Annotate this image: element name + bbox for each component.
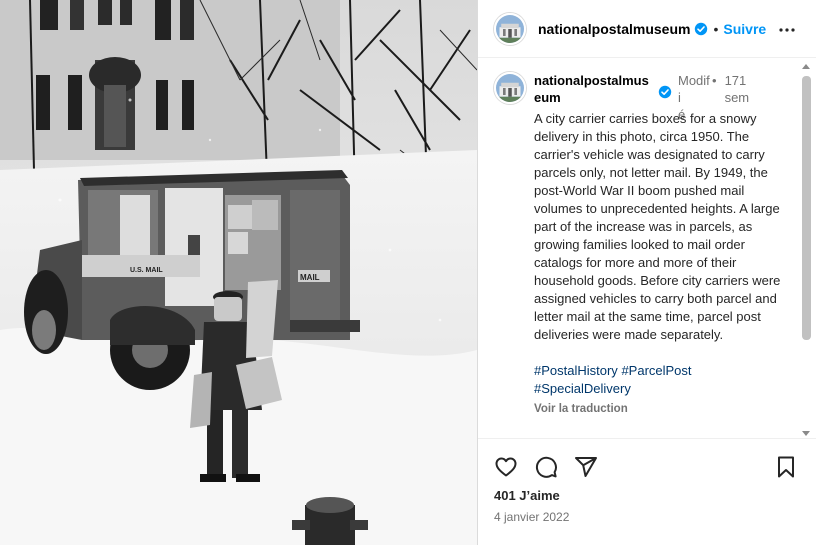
hashtag-postalhistory[interactable]: #PostalHistory	[534, 363, 618, 378]
truck-marking-usmail: U.S. MAIL	[130, 267, 163, 274]
heart-icon[interactable]	[494, 455, 518, 479]
post-caption: A city carrier carries boxes for a snowy…	[534, 110, 786, 418]
scroll-up-arrow-icon[interactable]	[802, 64, 810, 69]
comment-avatar[interactable]	[494, 72, 526, 104]
likes-count[interactable]: 401 J’aime	[494, 488, 560, 503]
share-icon[interactable]	[574, 455, 598, 479]
scrollbar-thumb[interactable]	[802, 76, 811, 340]
post-image: MAIL U.S. MAIL	[0, 0, 477, 545]
verified-icon	[658, 85, 672, 99]
separator-dot: •	[713, 20, 719, 37]
verified-icon	[695, 22, 708, 35]
avatar-image	[496, 14, 524, 43]
comment-username-line1: nationalpostalmus	[534, 73, 649, 88]
hashtags: #PostalHistory #ParcelPost #SpecialDeliv…	[534, 362, 786, 398]
more-icon[interactable]	[775, 18, 799, 42]
post-photo[interactable]: MAIL U.S. MAIL	[0, 0, 477, 545]
comment-username-line2: eum	[534, 90, 561, 105]
hashtag-specialdelivery[interactable]: #SpecialDelivery	[534, 381, 631, 396]
truck-marking-mail: MAIL	[300, 273, 320, 282]
comment-icon[interactable]	[534, 455, 558, 479]
hashtag-parcelpost[interactable]: #ParcelPost	[621, 363, 691, 378]
bookmark-icon[interactable]	[774, 455, 798, 479]
see-translation-link[interactable]: Voir la traduction	[534, 400, 786, 418]
action-icons	[494, 455, 816, 479]
comments-scrollbar[interactable]	[801, 64, 812, 436]
post-actions: 401 J’aime 4 janvier 2022	[478, 438, 816, 545]
scroll-down-arrow-icon[interactable]	[802, 431, 810, 436]
post-header: nationalpostalmuseum • Suivre	[478, 0, 816, 58]
comment-username[interactable]: nationalpostalmus eum	[534, 72, 654, 106]
caption-text: A city carrier carries boxes for a snowy…	[534, 111, 781, 342]
post-side-panel: nationalpostalmuseum • Suivre nationalpo…	[477, 0, 816, 545]
follow-button[interactable]: Suivre	[723, 21, 766, 37]
avatar-image	[496, 74, 524, 102]
avatar[interactable]	[494, 12, 526, 45]
post-author-username[interactable]: nationalpostalmuseum	[538, 21, 690, 37]
post-date[interactable]: 4 janvier 2022	[494, 510, 569, 524]
